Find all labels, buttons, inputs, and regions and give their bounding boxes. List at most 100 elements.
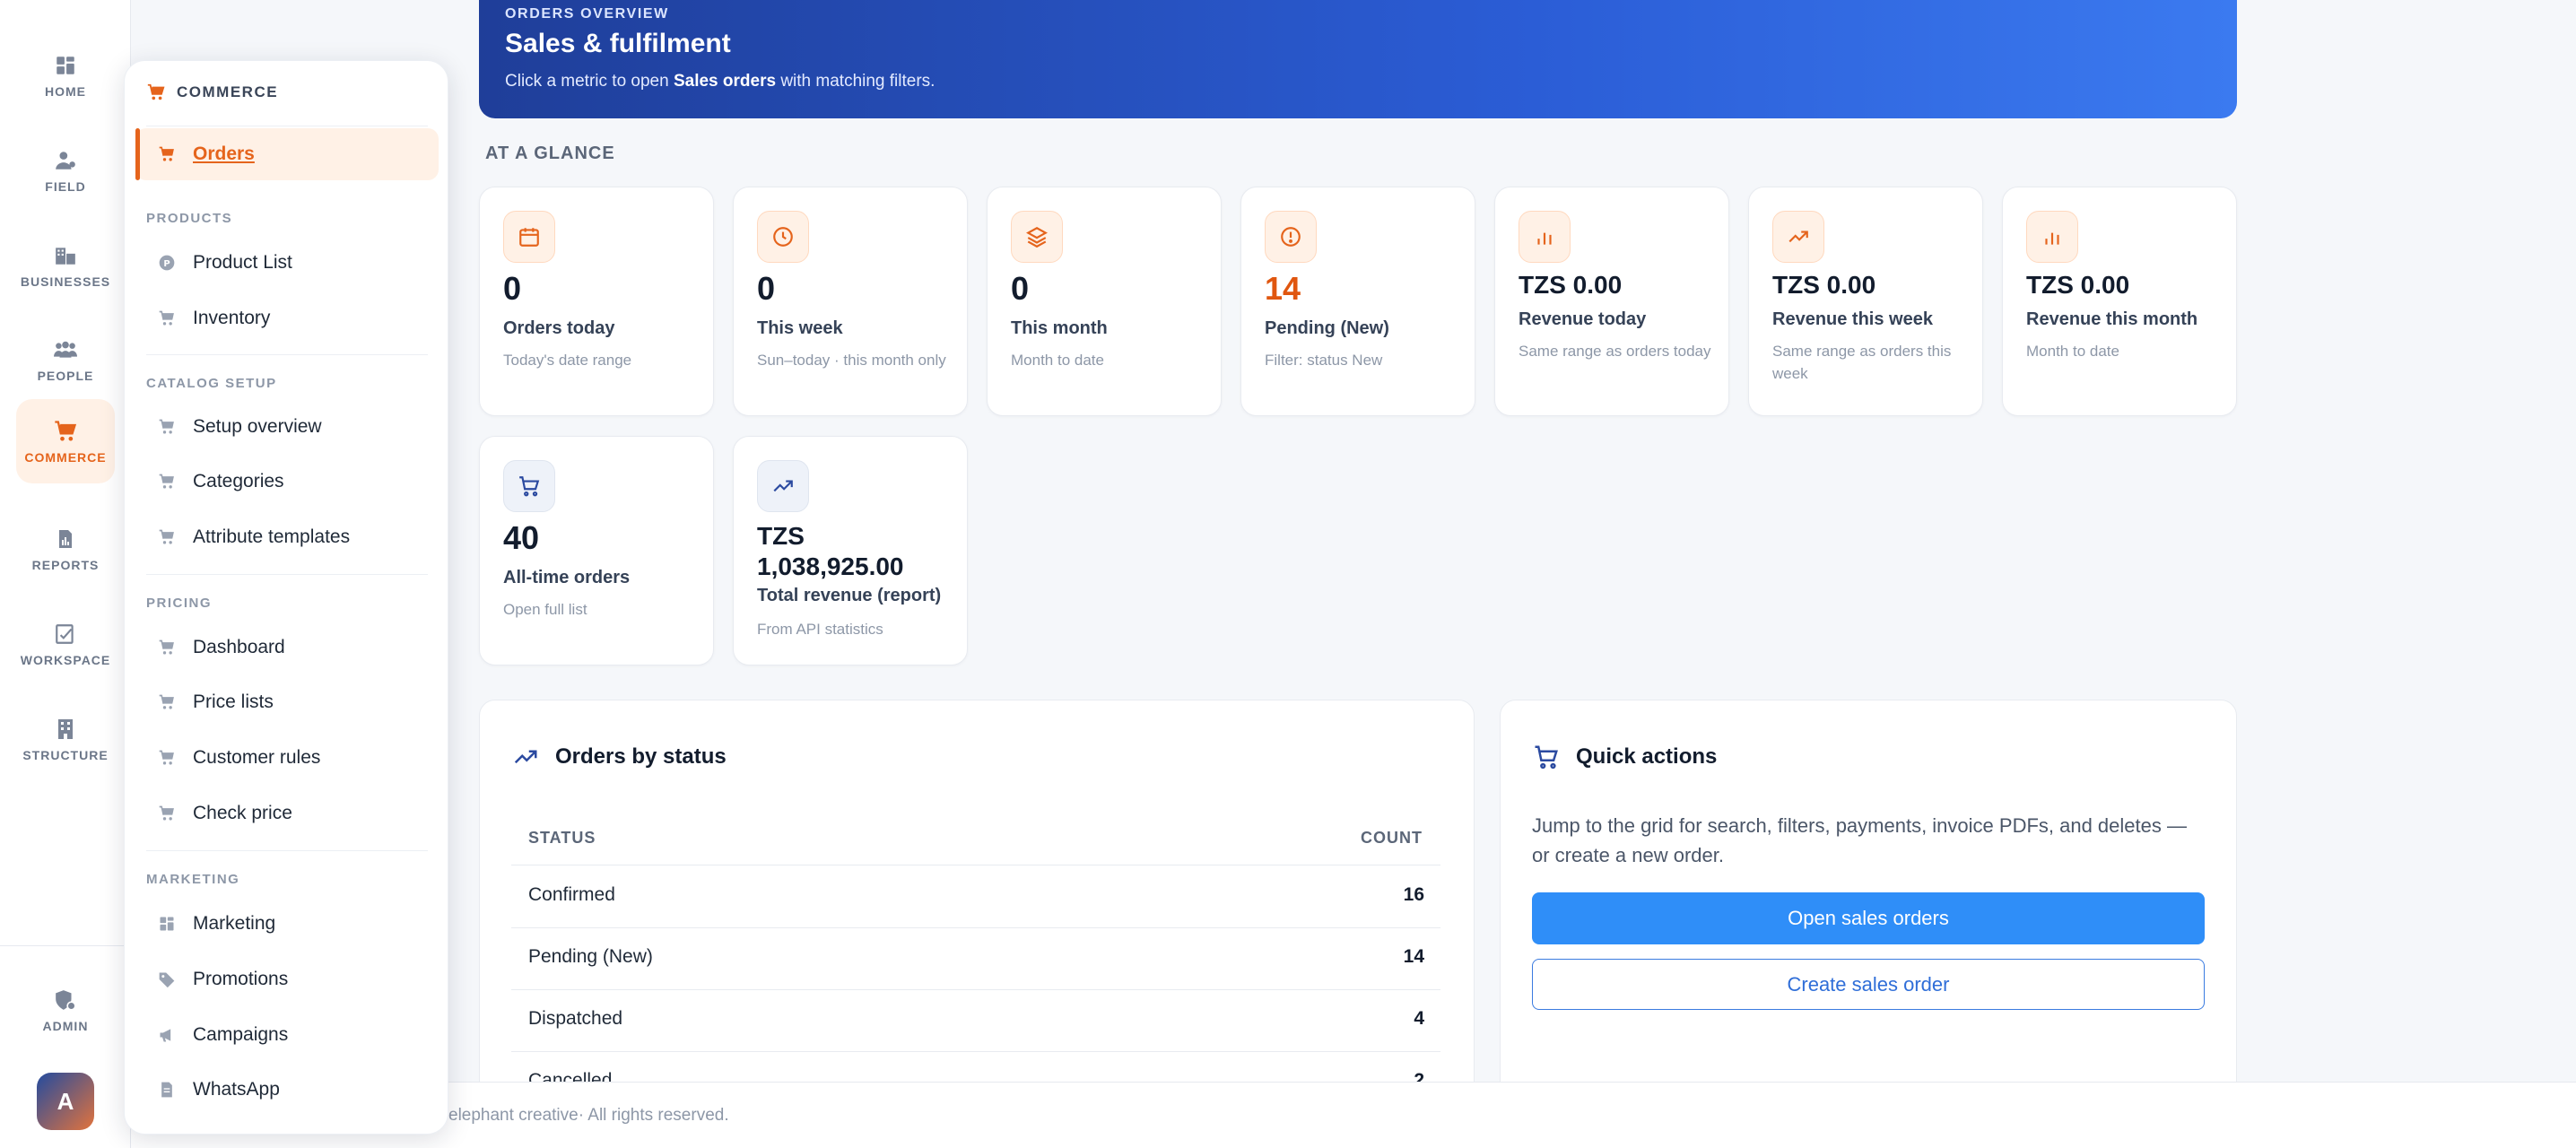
metric-sub: Month to date [1011, 352, 1104, 369]
metric-card-pending[interactable]: 14 Pending (New) Filter: status New [1240, 187, 1475, 416]
metric-label: All-time orders [503, 568, 631, 587]
cart-icon [157, 692, 177, 712]
metric-sub: Sun–today · this month only [757, 352, 946, 369]
panel-title: Orders by status [512, 744, 727, 770]
metric-value: TZS 0.00 [1772, 271, 1876, 299]
table-row-count: 14 [1403, 946, 1424, 967]
rail-item-reports[interactable]: REPORTS [16, 508, 115, 590]
flyout-item-product-list[interactable]: P Product List [135, 237, 439, 289]
user-pin-icon [52, 147, 79, 174]
trending-up-icon [512, 744, 539, 770]
metric-sub: Month to date [2026, 343, 2119, 360]
cart-icon [157, 472, 177, 491]
metric-value: TZS 1,038,925.00 [757, 522, 904, 580]
table-row-status[interactable]: Pending (New) [528, 946, 653, 968]
metric-value: 14 [1265, 270, 1301, 307]
people-icon [52, 336, 79, 363]
clock-icon [757, 211, 809, 263]
flyout-item-dashboard[interactable]: Dashboard [135, 622, 439, 674]
table-row-status[interactable]: Confirmed [528, 884, 615, 906]
at-a-glance-heading: AT A GLANCE [485, 144, 615, 163]
cart-icon [157, 748, 177, 768]
metric-card-this-month[interactable]: 0 This month Month to date [987, 187, 1222, 416]
metric-card-revenue-today[interactable]: TZS 0.00 Revenue today Same range as ord… [1494, 187, 1729, 416]
flyout-divider [146, 354, 428, 355]
page-title: Sales & fulfilment [505, 29, 731, 58]
flyout-item-marketing[interactable]: Marketing [135, 898, 439, 950]
building-icon [52, 242, 79, 269]
metric-sub: From API statistics [757, 621, 883, 638]
cart-icon [52, 418, 79, 445]
rail-item-home[interactable]: HOME [16, 34, 115, 117]
rail-item-admin[interactable]: ADMIN [16, 969, 115, 1051]
flyout-section-marketing: MARKETING [146, 872, 240, 887]
rail-item-businesses[interactable]: BUSINESSES [16, 224, 115, 307]
flyout-item-campaigns[interactable]: Campaigns [135, 1009, 439, 1061]
rail-label: ADMIN [42, 1019, 89, 1033]
document-icon [157, 1080, 177, 1100]
flyout-item-orders[interactable]: Orders [135, 128, 439, 180]
flyout-item-inventory[interactable]: Inventory [135, 292, 439, 344]
metric-sub: Today's date range [503, 352, 632, 369]
metric-value: 40 [503, 519, 540, 556]
rail-label: BUSINESSES [20, 274, 111, 289]
rail-item-people[interactable]: PEOPLE [16, 318, 115, 401]
table-divider [511, 1051, 1440, 1052]
metric-label: Revenue this month [2026, 309, 2198, 329]
rail-label: STRUCTURE [22, 748, 109, 762]
metric-value: TZS 0.00 [2026, 271, 2130, 299]
metric-label: Orders today [503, 318, 615, 338]
trending-up-icon [1772, 211, 1824, 263]
cart-icon [146, 83, 166, 102]
flyout-item-customer-rules[interactable]: Customer rules [135, 732, 439, 784]
cart-icon [157, 804, 177, 823]
flyout-item-attribute-templates[interactable]: Attribute templates [135, 511, 439, 563]
avatar[interactable]: A [37, 1073, 94, 1130]
rail-label: COMMERCE [24, 450, 107, 465]
metric-card-revenue-month[interactable]: TZS 0.00 Revenue this month Month to dat… [2002, 187, 2237, 416]
metric-value: TZS 0.00 [1519, 271, 1623, 299]
rail-label: FIELD [45, 179, 86, 194]
metric-card-this-week[interactable]: 0 This week Sun–today · this month only [733, 187, 968, 416]
flyout-header: COMMERCE [146, 83, 278, 102]
metric-card-orders-today[interactable]: 0 Orders today Today's date range [479, 187, 714, 416]
rail-item-workspace[interactable]: WORKSPACE [16, 603, 115, 685]
table-row-status[interactable]: Dispatched [528, 1008, 622, 1030]
metric-sub: Open full list [503, 601, 587, 618]
commerce-flyout-menu: COMMERCE Orders PRODUCTS P Product List … [124, 60, 448, 1135]
open-sales-orders-button[interactable]: Open sales orders [1532, 892, 2205, 944]
tag-icon [157, 970, 177, 989]
footer-copyright: elephant creative· All rights reserved. [448, 1106, 729, 1125]
orders-by-status-panel: Orders by status [479, 700, 1475, 1130]
left-rail: HOME FIELD BUSINESSES PEOPLE COMMERCE RE… [0, 0, 131, 1148]
rail-label: PEOPLE [37, 369, 94, 383]
col-header-count: COUNT [1361, 829, 1423, 847]
create-sales-order-button[interactable]: Create sales order [1532, 959, 2205, 1010]
flyout-item-whatsapp[interactable]: WhatsApp [135, 1064, 439, 1116]
hero-subtitle: Click a metric to open Sales orders with… [505, 72, 936, 91]
table-divider [511, 989, 1440, 990]
metric-value: 0 [503, 270, 522, 307]
flyout-item-setup-overview[interactable]: Setup overview [135, 401, 439, 453]
metric-label: Revenue today [1519, 309, 1647, 329]
rail-item-commerce[interactable]: COMMERCE [16, 399, 115, 483]
flyout-item-promotions[interactable]: Promotions [135, 953, 439, 1005]
hero-eyebrow: ORDERS OVERVIEW [505, 6, 669, 22]
flyout-section-catalog: CATALOG SETUP [146, 376, 277, 391]
metric-card-all-time-orders[interactable]: 40 All-time orders Open full list [479, 436, 714, 665]
grid-icon [52, 52, 79, 79]
grid-icon [157, 914, 177, 934]
metric-card-revenue-week[interactable]: TZS 0.00 Revenue this week Same range as… [1748, 187, 1983, 416]
rail-item-field[interactable]: FIELD [16, 129, 115, 212]
cart-outline-icon [503, 460, 555, 512]
table-divider [511, 927, 1440, 928]
rail-item-structure[interactable]: STRUCTURE [16, 698, 115, 780]
metric-value: 0 [1011, 270, 1030, 307]
metric-label: Revenue this week [1772, 309, 1933, 329]
flyout-item-price-lists[interactable]: Price lists [135, 676, 439, 728]
metric-card-total-revenue[interactable]: TZS 1,038,925.00 Total revenue (report) F… [733, 436, 968, 665]
bar-chart-icon [2026, 211, 2078, 263]
flyout-item-categories[interactable]: Categories [135, 456, 439, 508]
flyout-item-check-price[interactable]: Check price [135, 787, 439, 839]
workspace-icon [52, 621, 79, 648]
